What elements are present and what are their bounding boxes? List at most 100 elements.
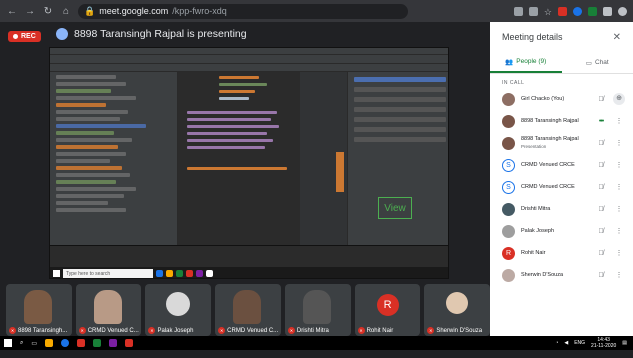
- chrome-icon[interactable]: [61, 339, 69, 347]
- mic-off-icon[interactable]: 🎙̸: [595, 96, 607, 103]
- chat-icon: ▭: [586, 59, 592, 67]
- url-path: /kpp-fwro-xdq: [172, 6, 227, 16]
- forward-icon[interactable]: →: [24, 6, 36, 17]
- mic-off-icon[interactable]: 🎙̸: [595, 272, 607, 279]
- os-taskbar: ⌕ ▭ ◔ ◀ ENG 14:4321-11-2020 ▤: [0, 336, 633, 350]
- participant-video: [94, 290, 122, 324]
- extension-green-icon[interactable]: [588, 7, 597, 16]
- more-icon[interactable]: ⋮: [613, 227, 625, 235]
- shared-app-icon: [186, 270, 193, 277]
- mic-off-icon[interactable]: 🎙̸: [595, 162, 607, 169]
- participant-tile[interactable]: ✕Drishti Mitra: [285, 284, 351, 336]
- extension-blue-icon[interactable]: [573, 7, 582, 16]
- more-icon[interactable]: ⋮: [613, 117, 625, 125]
- participant-row[interactable]: S CRMD Venued CRCE 🎙̸ ⋮: [490, 176, 633, 198]
- participant-row[interactable]: Palak Joseph 🎙̸ ⋮: [490, 220, 633, 242]
- record-dot-icon: [13, 34, 18, 39]
- reload-icon[interactable]: ↻: [42, 6, 54, 17]
- more-icon[interactable]: ⋮: [613, 205, 625, 213]
- search-icon[interactable]: ⌕: [20, 340, 23, 347]
- view-widget-label: View: [384, 203, 406, 214]
- puzzle-icon[interactable]: [603, 7, 612, 16]
- task-view-icon[interactable]: ▭: [31, 340, 37, 347]
- participant-tile[interactable]: ✕8898 Taransingh...: [6, 284, 72, 336]
- participant-video: [303, 290, 331, 324]
- tab-chat[interactable]: ▭ Chat: [562, 52, 633, 73]
- app-icon[interactable]: [125, 339, 133, 347]
- file-explorer-icon[interactable]: [45, 339, 53, 347]
- participant-row-name: 8898 Taransingh Rajpal: [521, 118, 589, 125]
- app-icon[interactable]: [93, 339, 101, 347]
- back-icon[interactable]: ←: [6, 6, 18, 17]
- participant-row[interactable]: 8898 Taransingh RajpalPresentation 🎙̸ ⋮: [490, 132, 633, 154]
- mic-off-icon: ✕: [288, 327, 295, 334]
- more-icon[interactable]: ⋮: [613, 183, 625, 191]
- app-icon[interactable]: [77, 339, 85, 347]
- key-icon[interactable]: [529, 7, 538, 16]
- ide-tabs: [50, 64, 448, 72]
- participant-row[interactable]: S CRMD Venued CRCE 🎙̸ ⋮: [490, 154, 633, 176]
- star-icon[interactable]: ☆: [544, 7, 552, 16]
- address-bar[interactable]: 🔒 meet.google.com/kpp-fwro-xdq: [78, 4, 408, 19]
- participant-tile[interactable]: ✕Sherwin D'Souza: [424, 284, 490, 336]
- more-icon[interactable]: ⋮: [613, 271, 625, 279]
- mic-off-icon: ✕: [427, 327, 434, 334]
- project-tree: [50, 72, 178, 245]
- home-icon[interactable]: ⌂: [60, 6, 72, 17]
- ide-toolbar: [50, 55, 448, 64]
- presenter-banner: 8898 Taransingh Rajpal is presenting: [56, 28, 247, 40]
- shared-taskbar: Type here to search: [50, 267, 449, 279]
- shared-taskbar-search-text: Type here to search: [66, 271, 110, 277]
- mic-off-icon[interactable]: 🎙̸: [595, 206, 607, 213]
- more-icon[interactable]: ⋮: [613, 249, 625, 257]
- notification-icon[interactable]: ▤: [622, 340, 627, 346]
- mic-off-icon[interactable]: 🎙̸: [595, 184, 607, 191]
- avatar: [502, 115, 515, 128]
- extension-red-icon[interactable]: [558, 7, 567, 16]
- wifi-icon[interactable]: ◔: [555, 340, 558, 346]
- participant-name: CRMD Venued C...: [227, 328, 278, 334]
- avatar: R: [502, 247, 515, 260]
- profile-icon[interactable]: [618, 7, 627, 16]
- shared-app-icon: [176, 270, 183, 277]
- mic-off-icon: ✕: [218, 327, 225, 334]
- windows-start-icon: [53, 270, 60, 277]
- participant-name: Sherwin D'Souza: [436, 328, 482, 334]
- participant-tile[interactable]: ✕CRMD Venued C...: [76, 284, 142, 336]
- shared-app-icon: [166, 270, 173, 277]
- app-icon[interactable]: [109, 339, 117, 347]
- pin-icon[interactable]: ⊕: [613, 93, 625, 105]
- ide-build-panel: [50, 245, 449, 267]
- more-icon[interactable]: ⋮: [613, 161, 625, 169]
- mic-off-icon[interactable]: 🎙̸: [595, 140, 607, 147]
- participant-row-name: CRMD Venued CRCE: [521, 184, 589, 191]
- mic-off-icon: ✕: [9, 327, 16, 334]
- participant-row[interactable]: Sherwin D'Souza 🎙̸ ⋮: [490, 264, 633, 286]
- more-icon[interactable]: ⋮: [613, 139, 625, 147]
- participant-row[interactable]: Girl Chacko (You) 🎙̸ ⊕: [490, 88, 633, 110]
- mic-off-icon[interactable]: 🎙̸: [595, 250, 607, 257]
- participant-row-name: Sherwin D'Souza: [521, 272, 589, 279]
- participant-row-name: Girl Chacko (You): [521, 96, 589, 103]
- participant-row[interactable]: Drishti Mitra 🎙̸ ⋮: [490, 198, 633, 220]
- volume-icon[interactable]: ◀: [564, 340, 568, 346]
- avatar: [502, 137, 515, 150]
- participant-row[interactable]: R Rohit Nair 🎙̸ ⋮: [490, 242, 633, 264]
- participant-avatar: [446, 292, 468, 314]
- camera-icon[interactable]: [514, 7, 523, 16]
- participant-row[interactable]: 8898 Taransingh Rajpal ••• ⋮: [490, 110, 633, 132]
- tab-chat-label: Chat: [595, 59, 609, 66]
- avatar: [502, 269, 515, 282]
- windows-start-icon[interactable]: [4, 339, 12, 347]
- participant-tile[interactable]: R ✕Rohit Nair: [355, 284, 421, 336]
- clock[interactable]: 14:4321-11-2020: [591, 337, 616, 349]
- participant-tile[interactable]: ✕Palak Joseph: [145, 284, 211, 336]
- tab-people[interactable]: 👥 People (9): [490, 52, 562, 73]
- close-icon[interactable]: ✕: [613, 32, 621, 43]
- mic-off-icon[interactable]: 🎙̸: [595, 228, 607, 235]
- language-indicator[interactable]: ENG: [574, 340, 585, 346]
- participant-name: Palak Joseph: [157, 328, 193, 334]
- participant-avatar: [166, 292, 190, 316]
- participant-tile[interactable]: ✕CRMD Venued C...: [215, 284, 281, 336]
- avatar: S: [502, 181, 515, 194]
